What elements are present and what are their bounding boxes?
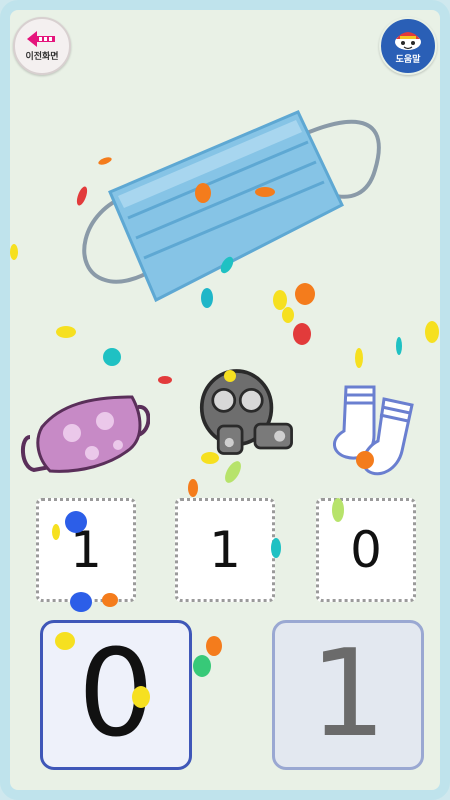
back-button[interactable]: 이전화면 bbox=[13, 17, 71, 75]
count-value: 1 bbox=[70, 521, 102, 579]
answer-button-one[interactable]: 1 bbox=[272, 620, 424, 770]
help-button[interactable]: 도움말 bbox=[379, 17, 437, 75]
count-card-socks: 0 bbox=[316, 498, 416, 602]
back-arrow-icon bbox=[27, 31, 55, 47]
game-frame: 이전화면 도움말 1 1 0 0 1 bbox=[0, 0, 450, 800]
socks-icon[interactable] bbox=[320, 375, 450, 485]
answer-label: 1 bbox=[309, 625, 387, 764]
back-button-label: 이전화면 bbox=[25, 51, 59, 61]
help-button-label: 도움말 bbox=[395, 54, 421, 64]
count-value: 1 bbox=[209, 521, 241, 579]
cloth-mask-icon[interactable] bbox=[20, 375, 150, 485]
answer-button-zero[interactable]: 0 bbox=[40, 620, 192, 770]
surgical-mask-icon bbox=[82, 110, 381, 303]
help-character-icon bbox=[395, 32, 421, 50]
count-card-cloth-mask: 1 bbox=[36, 498, 136, 602]
count-card-gas-mask: 1 bbox=[175, 498, 275, 602]
count-value: 0 bbox=[350, 521, 382, 579]
gas-mask-icon[interactable] bbox=[178, 360, 308, 470]
answer-label: 0 bbox=[77, 625, 155, 764]
